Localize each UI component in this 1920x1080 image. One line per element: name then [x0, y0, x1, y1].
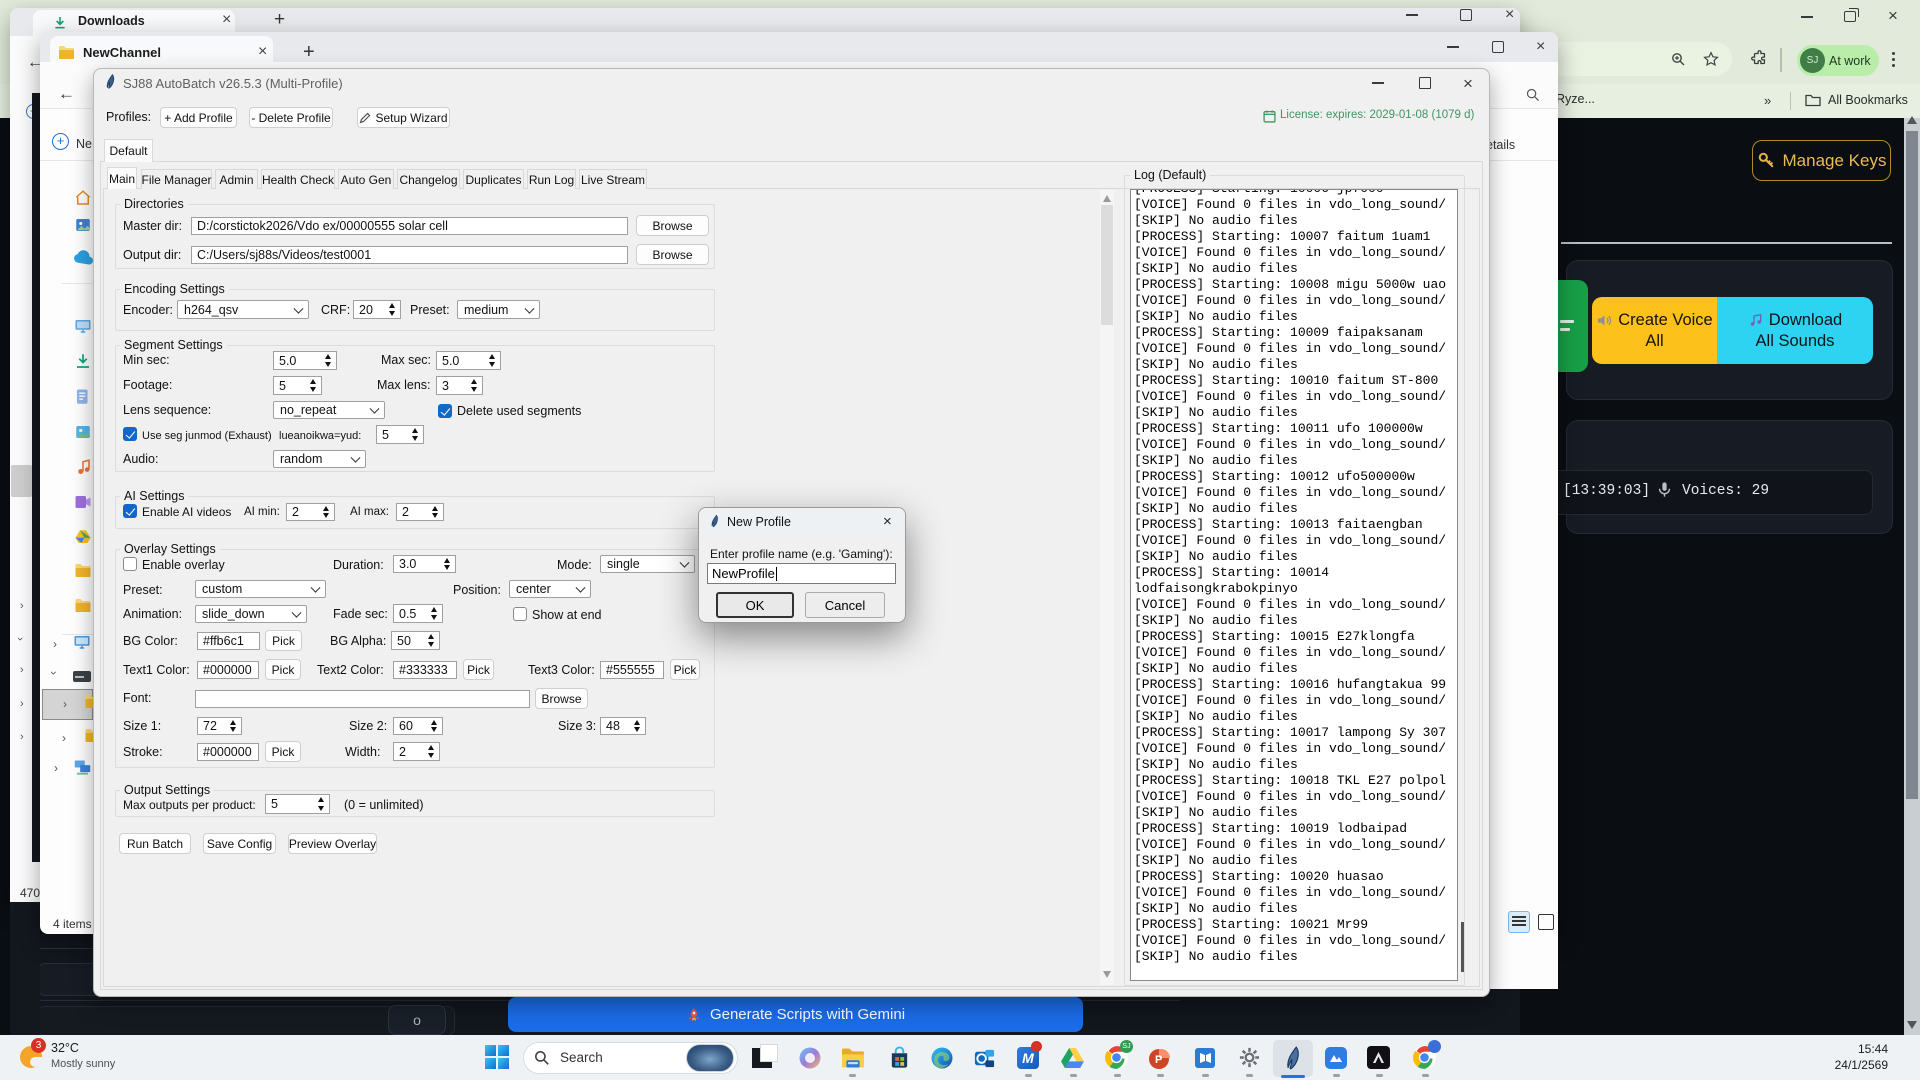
svg-text:P: P — [1155, 1054, 1162, 1066]
